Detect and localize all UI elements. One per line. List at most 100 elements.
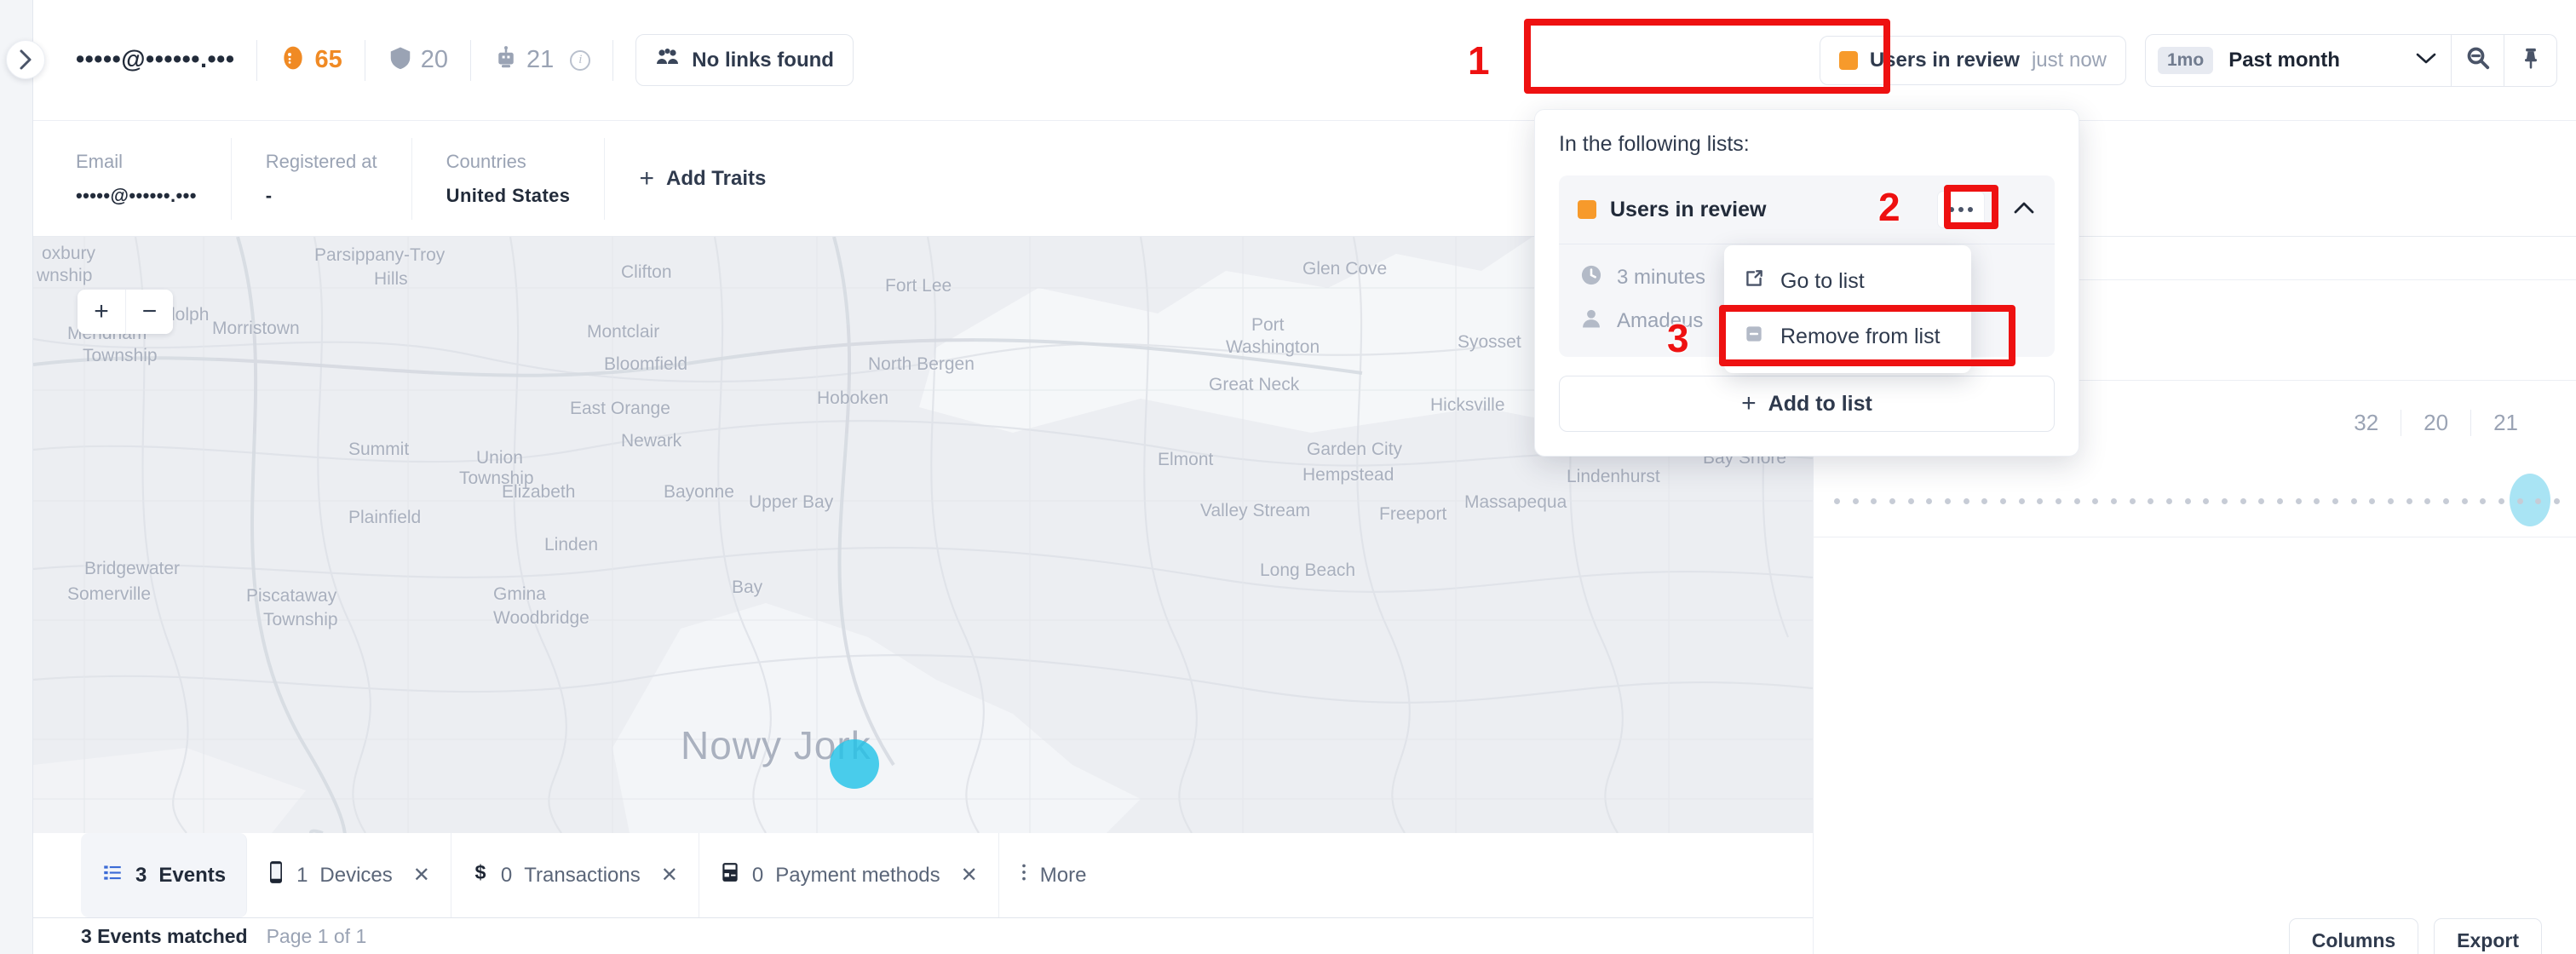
list-context-menu: Go to list Remove from list	[1724, 245, 1971, 373]
map-place-label: Hoboken	[817, 388, 889, 408]
risk-score-value: 65	[314, 46, 342, 73]
map-place-label: Union	[476, 448, 523, 468]
timeline-dot	[2498, 498, 2504, 504]
zoom-out-icon	[2465, 45, 2491, 75]
zoom-out-button[interactable]	[2452, 33, 2504, 87]
shield-icon	[388, 44, 413, 76]
bot-value: 21	[526, 46, 555, 73]
list-color-swatch	[1838, 50, 1858, 70]
tab-more[interactable]: More	[999, 833, 1107, 917]
plus-icon: +	[1741, 389, 1757, 417]
add-traits-button[interactable]: + Add Traits	[605, 165, 767, 192]
map-place-label: wnship	[37, 266, 93, 285]
timeline-dot	[1852, 498, 1859, 504]
list-meta-user-text: Amadeus	[1617, 308, 1704, 332]
date-range-select[interactable]: 1mo Past month	[2145, 33, 2452, 87]
minus-square-icon	[1743, 323, 1765, 351]
columns-button[interactable]: Columns	[2288, 918, 2419, 954]
map-place-label: Bloomfield	[604, 354, 688, 374]
traits-strip: Email •••••@••••••.••• Registered at - C…	[33, 121, 2576, 237]
map-place-label: Somerville	[67, 584, 152, 604]
chevron-up-icon[interactable]	[2012, 200, 2036, 220]
results-actions: Columns Export	[2288, 918, 2576, 954]
users-in-review-list-button[interactable]: Users in review just now	[1819, 35, 2126, 85]
pin-button[interactable]	[2504, 33, 2557, 87]
timeline-dot	[2461, 498, 2468, 504]
add-traits-label: Add Traits	[665, 166, 767, 190]
risk-gauge-icon	[279, 44, 307, 76]
map-place-label: Elmont	[1158, 450, 1214, 469]
map-place-label: Upper Bay	[749, 492, 834, 512]
go-to-list-menu-item[interactable]: Go to list	[1724, 254, 1971, 309]
timeline-dot	[2222, 498, 2228, 504]
tab-count: 1	[296, 863, 308, 887]
close-icon[interactable]: ✕	[661, 863, 678, 888]
activity-timeline	[1834, 474, 2560, 526]
close-icon[interactable]: ✕	[413, 863, 430, 888]
remove-from-list-menu-item[interactable]: Remove from list	[1724, 309, 1971, 365]
map-place-label: Long Beach	[1260, 560, 1356, 580]
list-options-button[interactable]	[1937, 191, 1985, 228]
clock-icon	[1579, 263, 1603, 291]
tab-count: 0	[751, 863, 764, 887]
add-to-list-button[interactable]: + Add to list	[1559, 376, 2055, 432]
timeline-dot	[2111, 498, 2117, 504]
timeline-dot	[2184, 498, 2191, 504]
timeline-dot	[2406, 498, 2412, 504]
svg-text:$: $	[474, 861, 486, 883]
tab-more-label: More	[1039, 863, 1087, 887]
map-place-label: East Orange	[570, 399, 670, 418]
tab-label: Payment methods	[775, 863, 940, 887]
export-button[interactable]: Export	[2434, 918, 2542, 954]
map-place-label: Valley Stream	[1200, 501, 1311, 520]
list-card-header[interactable]: Users in review	[1559, 175, 2055, 244]
trait-label: Registered at	[265, 150, 377, 172]
trait-registered-at: Registered at -	[232, 137, 412, 220]
map-zoom-controls[interactable]: + −	[78, 290, 173, 334]
user-location-marker[interactable]	[830, 739, 879, 789]
external-link-icon	[1743, 267, 1765, 296]
map-place-label: Morristown	[212, 319, 300, 338]
metric-value: 21	[2470, 409, 2540, 436]
map-place-label: Township	[83, 346, 158, 365]
tab-transactions[interactable]: $ 0 Transactions ✕	[451, 833, 699, 917]
tab-events[interactable]: 3 Events	[81, 833, 248, 917]
timeline-dot	[2277, 498, 2283, 504]
no-links-found-button[interactable]: No links found	[635, 34, 854, 86]
shield-value: 20	[420, 46, 449, 73]
timeline-dot	[2443, 498, 2449, 504]
timeline-dot	[1945, 498, 1951, 504]
no-links-found-label: No links found	[692, 48, 834, 72]
tab-devices[interactable]: 1 Devices ✕	[247, 833, 451, 917]
map-zoom-in-button[interactable]: +	[78, 290, 125, 334]
pin-icon	[2519, 45, 2543, 75]
timeline-dot	[2258, 498, 2265, 504]
info-icon[interactable]: i	[570, 49, 591, 71]
timeline-dot	[1981, 498, 1988, 504]
list-icon	[101, 861, 124, 889]
trait-value: -	[265, 184, 273, 206]
timeline-dot	[2369, 498, 2376, 504]
map-place-label: Piscataway	[246, 586, 337, 606]
card-icon	[720, 861, 740, 889]
map-place-label: Massapequa	[1464, 492, 1567, 512]
chevron-right-icon	[17, 48, 34, 72]
map-zoom-out-button[interactable]: −	[125, 290, 173, 334]
close-icon[interactable]: ✕	[961, 863, 978, 888]
map-place-label: Woodbridge	[493, 608, 589, 628]
timeline-dot	[2516, 498, 2523, 504]
expand-sidebar-button[interactable]	[6, 40, 45, 79]
map-place-label: Clifton	[621, 262, 672, 282]
timeline-dot	[2424, 498, 2431, 504]
header-right-controls: Users in review just now 1mo Past month	[1819, 33, 2557, 87]
map-place-label: Summit	[348, 440, 410, 459]
map-place-label: Port	[1251, 315, 1285, 335]
date-range-chip: 1mo	[2158, 46, 2214, 74]
bot-stat: 21 i	[493, 44, 591, 76]
timeline-dot	[1871, 498, 1877, 504]
map-place-label: Glen Cove	[1302, 259, 1388, 279]
tab-payment-methods[interactable]: 0 Payment methods ✕	[699, 833, 999, 917]
map-place-label: Fort Lee	[885, 276, 952, 296]
map-place-label: Hills	[374, 269, 408, 289]
timeline-dot	[2166, 498, 2172, 504]
